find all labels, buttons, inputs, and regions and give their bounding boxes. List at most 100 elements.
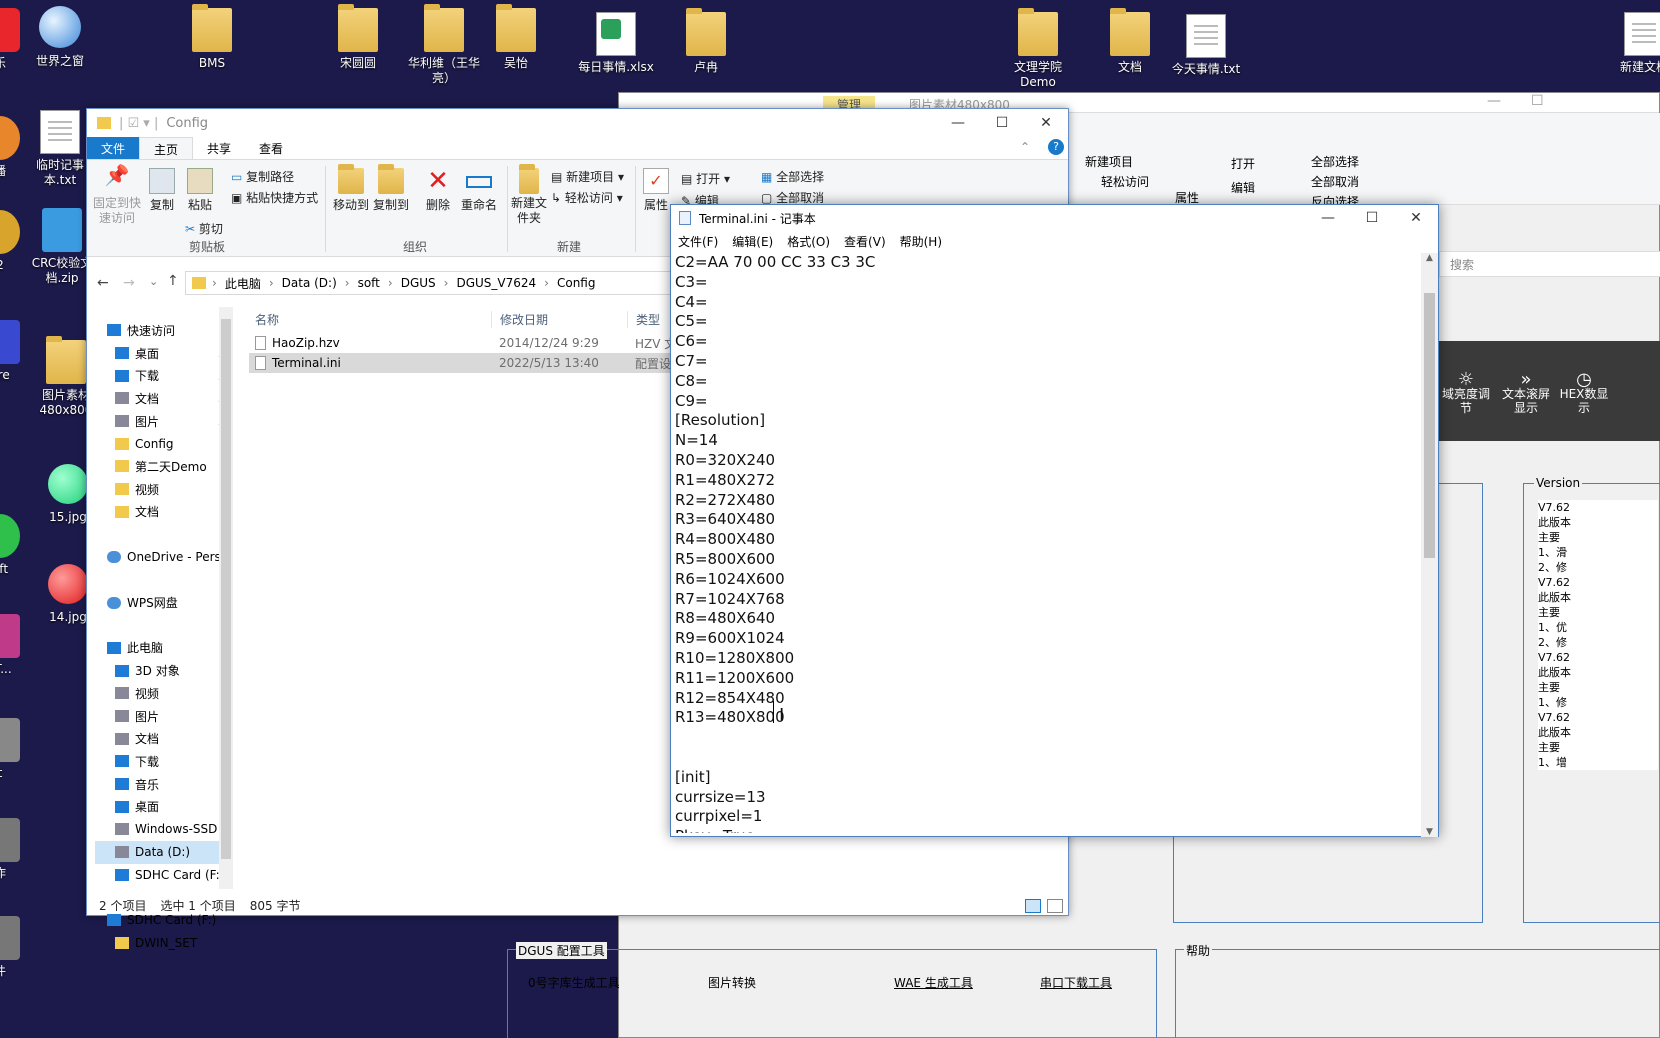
nav-item[interactable]: 下载📌: [95, 364, 229, 387]
maximize-icon[interactable]: ☐: [1531, 93, 1544, 109]
desktop-icon-folder[interactable]: 华利维（王华亮）: [400, 4, 488, 86]
file-row[interactable]: Terminal.ini 2022/5/13 13:40 配置设: [249, 353, 679, 373]
nav-scrollbar[interactable]: [219, 307, 233, 889]
pin-quick-access-button[interactable]: 📌 固定到快速访问: [91, 165, 143, 226]
notepad-scroll-thumb[interactable]: [1424, 293, 1435, 558]
new-item-button[interactable]: ▤ 新建项目 ▾: [551, 168, 624, 185]
nav-item[interactable]: 桌面: [95, 795, 229, 818]
new-folder-button[interactable]: 新建文件夹: [509, 164, 549, 226]
nav-item[interactable]: OneDrive - Perso: [95, 546, 229, 569]
breadcrumb-item[interactable]: 此电脑: [225, 275, 261, 292]
move-to-button[interactable]: 移动到: [331, 164, 371, 213]
desktop-icon-browser[interactable]: 世界之窗: [20, 6, 100, 69]
up-arrow-icon[interactable]: ↑: [167, 273, 179, 289]
properties-button[interactable]: ✓ 属性: [639, 168, 673, 213]
breadcrumb-item[interactable]: DGUS_V7624: [456, 276, 536, 290]
nav-item[interactable]: 文档: [95, 501, 229, 524]
bg-search-input[interactable]: 搜索: [1439, 251, 1660, 277]
column-type[interactable]: 类型: [627, 310, 660, 328]
brightness-tool-button[interactable]: ☼ 域亮度调节: [1441, 371, 1491, 416]
column-modified[interactable]: 修改日期: [491, 310, 627, 328]
minimize-icon[interactable]: —: [1487, 93, 1501, 109]
nav-item[interactable]: 快速访问: [95, 319, 229, 342]
notepad-scrollbar[interactable]: ▲ ▼: [1421, 253, 1438, 837]
bg-easy-access-button[interactable]: 轻松访问: [1101, 173, 1149, 190]
paste-button[interactable]: 粘贴: [183, 168, 217, 213]
bg-select-all-button[interactable]: 全部选择: [1311, 153, 1359, 170]
easy-access-button[interactable]: ↳ 轻松访问 ▾: [551, 189, 623, 206]
nav-item[interactable]: 桌面📌: [95, 342, 229, 365]
menu-file[interactable]: 文件(F): [671, 233, 725, 250]
open-button[interactable]: ▤ 打开 ▾: [681, 170, 730, 187]
paste-shortcut-button[interactable]: ▣ 粘贴快捷方式: [231, 189, 318, 206]
scroll-down-icon[interactable]: ▼: [1421, 827, 1438, 837]
nav-scroll-thumb[interactable]: [221, 319, 231, 859]
wae-tool-button[interactable]: WAE 生成工具: [894, 974, 973, 991]
close-button[interactable]: ✕: [1394, 210, 1438, 226]
font-tool-button[interactable]: 0号字库生成工具: [528, 974, 620, 991]
desktop-icon-app[interactable]: 作: [0, 818, 40, 881]
breadcrumb-item[interactable]: Data (D:): [282, 276, 337, 290]
close-button[interactable]: ✕: [1024, 115, 1068, 131]
menu-edit[interactable]: 编辑(E): [725, 233, 780, 250]
quick-access-toolbar-icon[interactable]: | ☑ ▾ |: [119, 116, 158, 131]
breadcrumb-item[interactable]: soft: [358, 276, 380, 290]
column-name[interactable]: 名称: [249, 311, 491, 328]
nav-item[interactable]: 下载: [95, 750, 229, 773]
nav-item[interactable]: WPS网盘: [95, 591, 229, 614]
copy-to-button[interactable]: 复制到: [371, 164, 411, 213]
desktop-icon-app[interactable]: t: [0, 718, 40, 781]
desktop-icon-folder[interactable]: BMS: [172, 4, 252, 71]
minimize-button[interactable]: —: [1306, 210, 1350, 226]
text-scroll-tool-button[interactable]: » 文本滚屏显示: [1499, 371, 1553, 416]
nav-item[interactable]: 文档: [95, 727, 229, 750]
nav-item[interactable]: 音乐: [95, 773, 229, 796]
nav-item[interactable]: 文档📌: [95, 387, 229, 410]
desktop-icon-folder[interactable]: 吴怡: [476, 4, 556, 71]
nav-item[interactable]: Windows-SSD: [95, 818, 229, 841]
select-all-button[interactable]: ▦ 全部选择: [761, 168, 824, 185]
maximize-button[interactable]: ☐: [980, 115, 1024, 131]
minimize-button[interactable]: —: [936, 115, 980, 131]
copy-path-button[interactable]: ▭ 复制路径: [231, 168, 294, 185]
help-icon[interactable]: ?: [1044, 137, 1068, 159]
image-convert-button[interactable]: 图片转换: [708, 974, 756, 991]
bg-open-button[interactable]: 打开: [1231, 155, 1255, 172]
copy-button[interactable]: 复制: [145, 168, 179, 213]
serial-download-button[interactable]: 串口下载工具: [1040, 974, 1112, 991]
desktop-icon-app[interactable]: 件: [0, 916, 40, 979]
menu-help[interactable]: 帮助(H): [893, 233, 949, 250]
desktop-icon-app[interactable]: _T...: [0, 614, 40, 677]
desktop-icon-newdoc[interactable]: 新建文档: [1604, 12, 1660, 75]
notepad-text-area[interactable]: C2=AA 70 00 CC 33 C3 3C C3= C4= C5= C6= C7= C8…: [675, 253, 1423, 833]
scroll-up-icon[interactable]: ▲: [1421, 253, 1438, 263]
tab-share[interactable]: 共享: [193, 137, 245, 159]
file-row[interactable]: HaoZip.hzv 2014/12/24 9:29 HZV 文: [249, 333, 679, 353]
desktop-icon-folder[interactable]: 文档: [1090, 8, 1170, 75]
desktop-icon-folder[interactable]: 宋圆圆: [318, 4, 398, 71]
maximize-button[interactable]: ☐: [1350, 210, 1394, 226]
cut-button[interactable]: ✂ 剪切: [185, 220, 223, 237]
menu-format[interactable]: 格式(O): [780, 233, 837, 250]
nav-item[interactable]: Config: [95, 432, 229, 455]
menu-view[interactable]: 查看(V): [837, 233, 893, 250]
back-arrow-icon[interactable]: ←: [97, 275, 109, 291]
delete-button[interactable]: ✕ 删除: [421, 168, 455, 213]
details-view-icon[interactable]: [1025, 899, 1041, 913]
nav-item[interactable]: Data (D:): [95, 840, 229, 864]
forward-arrow-icon[interactable]: →: [123, 275, 135, 291]
large-icons-view-icon[interactable]: [1047, 899, 1063, 913]
tab-home[interactable]: 主页: [139, 137, 194, 159]
desktop-icon-folder[interactable]: 卢冉: [666, 8, 746, 75]
nav-item[interactable]: 3D 对象: [95, 659, 229, 682]
tab-file[interactable]: 文件: [87, 137, 140, 159]
nav-item[interactable]: SDHC Card (F:): [95, 864, 229, 887]
breadcrumb-item[interactable]: Config: [557, 276, 596, 290]
nav-item[interactable]: 图片📌: [95, 410, 229, 433]
desktop-icon-textfile[interactable]: 今天事情.txt: [1162, 14, 1250, 77]
nav-item[interactable]: DWIN_SET: [95, 932, 229, 955]
breadcrumb-item[interactable]: DGUS: [401, 276, 436, 290]
nav-item[interactable]: 视频: [95, 478, 229, 501]
nav-item[interactable]: 第二天Demo: [95, 455, 229, 478]
nav-item[interactable]: 此电脑: [95, 637, 229, 660]
